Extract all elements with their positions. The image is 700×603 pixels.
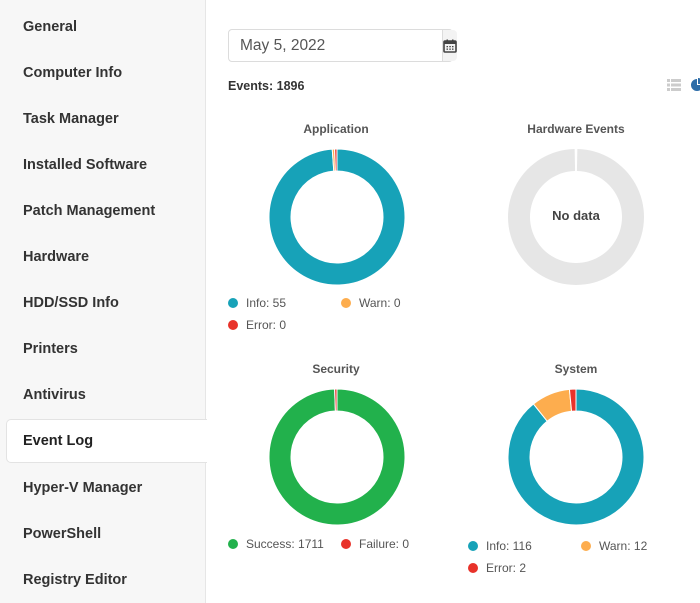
chart-title: System	[554, 362, 598, 376]
sidebar-item-installed-software[interactable]: Installed Software	[0, 143, 205, 187]
chart-hardware-events: Hardware Events No data	[456, 120, 696, 300]
sidebar-item-printers[interactable]: Printers	[0, 327, 205, 371]
legend-item-info[interactable]: Info: 116	[468, 539, 532, 553]
legend-dot	[228, 298, 238, 308]
sidebar: General Computer Info Task Manager Insta…	[0, 0, 207, 603]
sidebar-item-event-log[interactable]: Event Log	[6, 419, 207, 463]
list-icon[interactable]	[667, 79, 681, 91]
donut-security	[268, 388, 406, 526]
legend-label: Info: 55	[246, 296, 287, 310]
legend-item-error[interactable]: Error: 0	[228, 318, 286, 332]
sidebar-item-powershell[interactable]: PowerShell	[0, 512, 205, 556]
sidebar-item-antivirus[interactable]: Antivirus	[0, 373, 205, 417]
legend-label: Success: 1711	[246, 537, 324, 551]
legend-item-failure[interactable]: Failure: 0	[341, 537, 409, 551]
donut-slice-failure[interactable]	[334, 388, 338, 412]
legend-dot	[468, 563, 478, 573]
legend-dot	[228, 320, 238, 330]
date-picker	[228, 29, 457, 62]
sidebar-item-registry-editor[interactable]: Registry Editor	[0, 558, 205, 602]
sidebar-item-patch-management[interactable]: Patch Management	[0, 189, 205, 233]
donut-system	[507, 388, 645, 526]
legend-dot	[228, 539, 238, 549]
chart-system: System Info: 116 Warn: 12 Error: 2	[456, 360, 696, 580]
events-count: Events: 1896	[228, 79, 305, 93]
sidebar-item-hdd-ssd-info[interactable]: HDD/SSD Info	[0, 281, 205, 325]
legend-item-warn[interactable]: Warn: 12	[581, 539, 647, 553]
sidebar-item-general[interactable]: General	[0, 5, 205, 49]
donut-slice-error[interactable]	[334, 148, 338, 172]
calendar-button[interactable]	[442, 30, 457, 61]
legend-item-error[interactable]: Error: 2	[468, 561, 526, 575]
legend-item-success[interactable]: Success: 1711	[228, 537, 324, 551]
chart-security: Security Success: 1711 Failure: 0	[216, 360, 456, 580]
chart-title: Hardware Events	[527, 122, 625, 136]
legend-label: Info: 116	[486, 539, 532, 553]
pie-chart-icon[interactable]	[690, 78, 700, 92]
legend-label: Error: 0	[246, 318, 287, 332]
legend-dot	[341, 539, 351, 549]
legend-dot	[468, 541, 478, 551]
main-content: Events: 1896 Application Info: 55 Warn: …	[206, 0, 700, 603]
legend-dot	[581, 541, 591, 551]
chart-application: Application Info: 55 Warn: 0 Error: 0	[216, 120, 456, 340]
legend-item-warn[interactable]: Warn: 0	[341, 296, 401, 310]
legend-dot	[341, 298, 351, 308]
chart-title: Security	[312, 362, 360, 376]
legend-label: Failure: 0	[359, 537, 410, 551]
view-toggle	[667, 78, 700, 92]
date-input[interactable]	[229, 30, 442, 61]
legend-item-info[interactable]: Info: 55	[228, 296, 286, 310]
legend-label: Error: 2	[486, 561, 527, 575]
sidebar-item-task-manager[interactable]: Task Manager	[0, 97, 205, 141]
legend-label: Warn: 0	[359, 296, 401, 310]
sidebar-item-hyper-v-manager[interactable]: Hyper-V Manager	[0, 466, 205, 510]
sidebar-item-computer-info[interactable]: Computer Info	[0, 51, 205, 95]
chart-title: Application	[303, 122, 369, 136]
sidebar-item-hardware[interactable]: Hardware	[0, 235, 205, 279]
legend-label: Warn: 12	[599, 539, 648, 553]
donut-application	[268, 148, 406, 286]
calendar-icon	[443, 39, 457, 53]
no-data-label: No data	[552, 208, 600, 223]
